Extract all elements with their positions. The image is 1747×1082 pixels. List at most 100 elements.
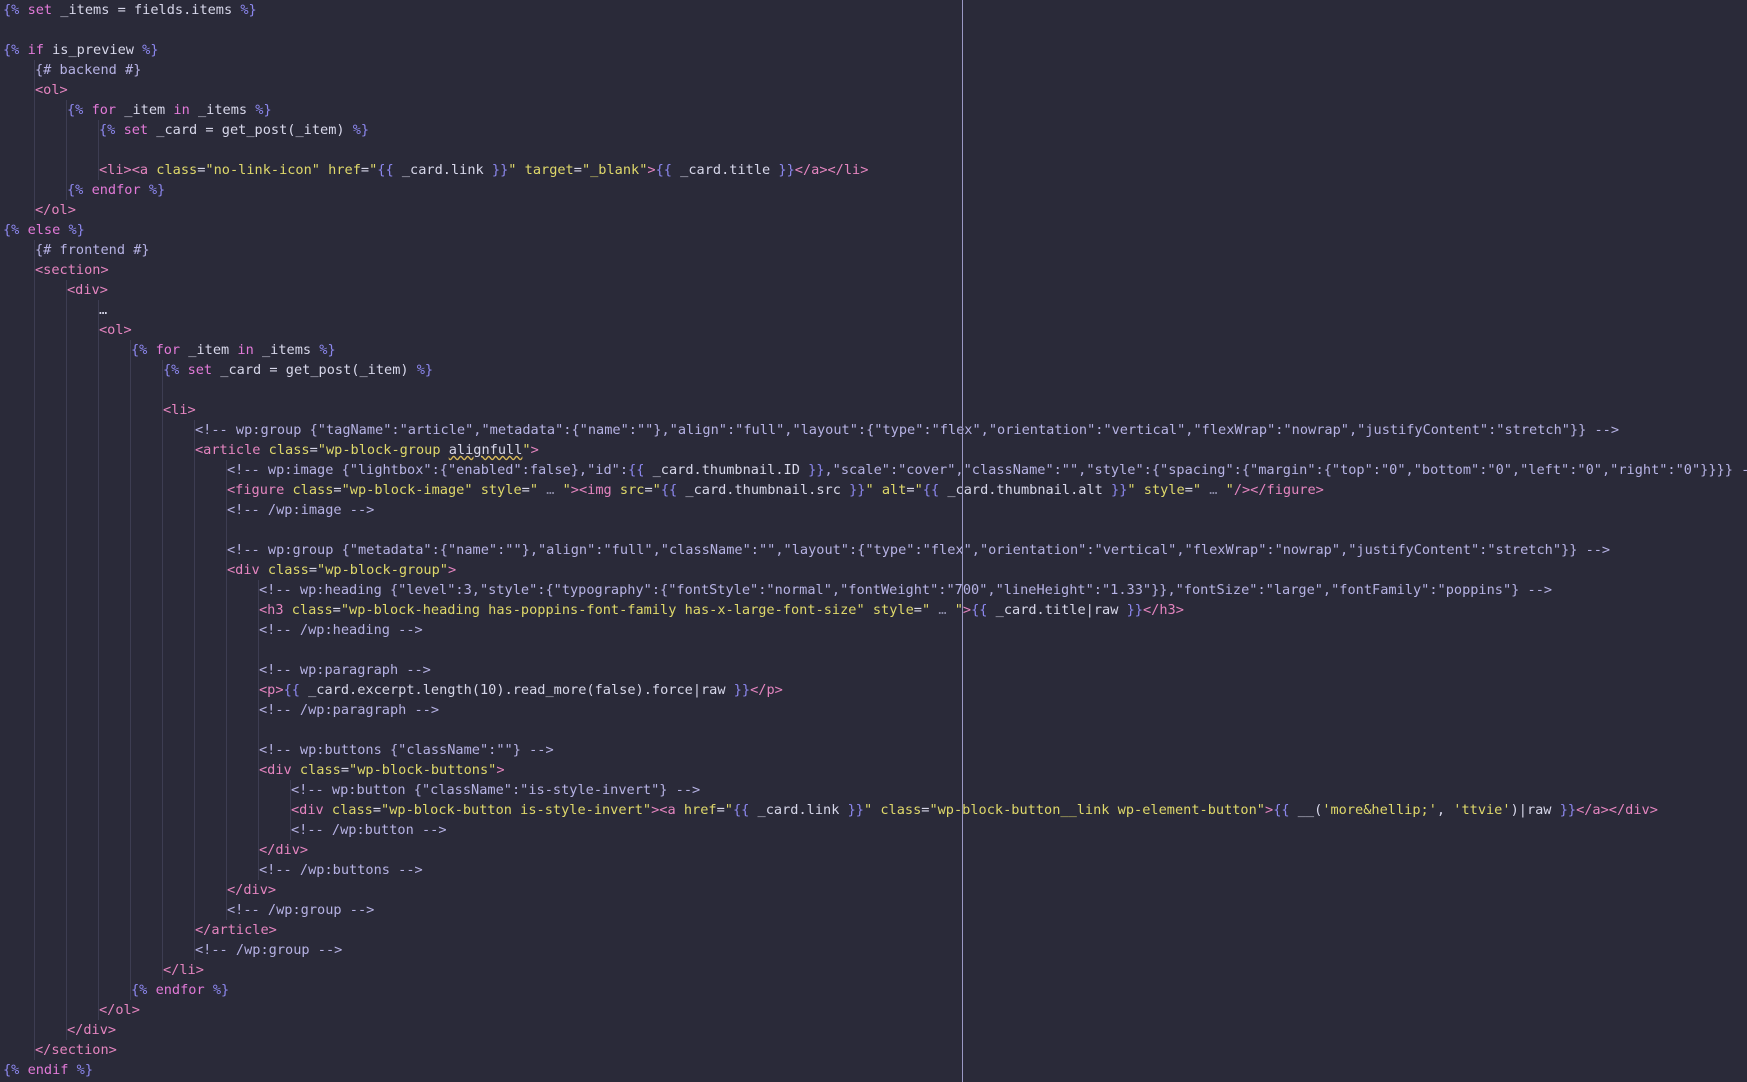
indent-guide <box>258 660 259 680</box>
code-token: " <box>1192 482 1202 498</box>
code-line[interactable]: <!-- wp:paragraph --> <box>0 660 1747 680</box>
code-token: </section> <box>35 1042 117 1058</box>
code-line[interactable]: {# frontend #} <box>0 240 1747 260</box>
code-line[interactable]: {% endfor %} <box>0 980 1747 1000</box>
indent-guide <box>34 480 35 500</box>
code-token: %} <box>148 182 166 198</box>
code-line[interactable]: {# backend #} <box>0 60 1747 80</box>
code-line[interactable] <box>0 640 1747 660</box>
code-line[interactable]: </li> <box>0 960 1747 980</box>
code-line[interactable]: <!-- /wp:group --> <box>0 940 1747 960</box>
code-line[interactable]: <article class="wp-block-group alignfull… <box>0 440 1747 460</box>
code-token: .force <box>643 682 693 698</box>
indent-guide <box>34 140 35 160</box>
code-line[interactable]: <!-- /wp:button --> <box>0 820 1747 840</box>
indent-guide <box>34 780 35 800</box>
code-line[interactable]: {% for _item in _items %} <box>0 100 1747 120</box>
indent-guide <box>130 520 131 540</box>
indent-guide <box>162 580 163 600</box>
code-line[interactable] <box>0 140 1747 160</box>
code-token: _card.link <box>757 802 848 818</box>
code-lines[interactable]: {% set _items = fields.items %} {% if is_… <box>0 0 1747 1080</box>
indent-guide <box>34 740 35 760</box>
code-line[interactable]: <li><a class="no-link-icon" href="{{ _ca… <box>0 160 1747 180</box>
code-line[interactable]: </ol> <box>0 1000 1747 1020</box>
code-line[interactable]: {% if is_preview %} <box>0 40 1747 60</box>
code-token: _item <box>295 122 337 138</box>
code-line[interactable] <box>0 720 1747 740</box>
code-token: ) <box>496 682 505 698</box>
code-line[interactable]: {% else %} <box>0 220 1747 240</box>
code-line[interactable]: <h3 class="wp-block-heading has-poppins-… <box>0 600 1747 620</box>
code-token: " <box>522 442 531 458</box>
code-line[interactable]: </article> <box>0 920 1747 940</box>
code-line[interactable]: <li> <box>0 400 1747 420</box>
code-line[interactable]: {% set _card = get_post(_item) %} <box>0 120 1747 140</box>
code-line[interactable]: {% set _items = fields.items %} <box>0 0 1747 20</box>
indent-guide <box>98 760 99 780</box>
indent-guide <box>130 700 131 720</box>
code-token: = <box>372 802 382 818</box>
code-line[interactable]: <!-- /wp:paragraph --> <box>0 700 1747 720</box>
code-line[interactable]: <!-- wp:heading {"level":3,"style":{"typ… <box>0 580 1747 600</box>
indent-guide <box>226 600 227 620</box>
code-line[interactable]: <div> <box>0 280 1747 300</box>
code-line[interactable]: <!-- wp:group {"tagName":"article","meta… <box>0 420 1747 440</box>
indent-guide <box>98 700 99 720</box>
code-line[interactable]: </div> <box>0 880 1747 900</box>
code-line[interactable]: {% for _item in _items %} <box>0 340 1747 360</box>
code-line[interactable]: <ol> <box>0 80 1747 100</box>
code-token: = <box>308 562 318 578</box>
code-token: raw <box>1093 602 1127 618</box>
code-line[interactable]: <!-- /wp:heading --> <box>0 620 1747 640</box>
code-line[interactable]: </section> <box>0 1040 1747 1060</box>
indent-guide <box>226 840 227 860</box>
code-token: raw <box>701 682 734 698</box>
code-line[interactable]: </div> <box>0 840 1747 860</box>
indent-guide <box>162 540 163 560</box>
indent-guide <box>98 440 99 460</box>
code-line[interactable] <box>0 380 1747 400</box>
indent-guide <box>130 620 131 640</box>
code-line[interactable]: {% endfor %} <box>0 180 1747 200</box>
code-line[interactable]: <!-- wp:image {"lightbox":{"enabled":fal… <box>0 460 1747 480</box>
indent-guide <box>66 340 67 360</box>
code-line[interactable]: {% endif %} <box>0 1060 1747 1080</box>
code-line[interactable]: <!-- wp:buttons {"className":""} --> <box>0 740 1747 760</box>
code-line[interactable]: <figure class="wp-block-image" style=" …… <box>0 480 1747 500</box>
indent-guide <box>34 820 35 840</box>
code-token: <li> <box>163 402 196 418</box>
code-line[interactable]: </div> <box>0 1020 1747 1040</box>
code-token: class <box>267 562 309 578</box>
code-token: ) <box>336 122 345 138</box>
code-line[interactable]: <!-- wp:button {"className":"is-style-in… <box>0 780 1747 800</box>
code-token: _card = get_post <box>148 122 288 138</box>
code-line[interactable]: <!-- /wp:buttons --> <box>0 860 1747 880</box>
indent-guide <box>194 660 195 680</box>
code-token: class <box>268 442 310 458</box>
code-line[interactable]: … <box>0 300 1747 320</box>
code-line[interactable]: <!-- /wp:group --> <box>0 900 1747 920</box>
indent-guide <box>258 820 259 840</box>
code-line[interactable]: <div class="wp-block-button is-style-inv… <box>0 800 1747 820</box>
code-token: %} <box>352 122 370 138</box>
code-line[interactable]: <section> <box>0 260 1747 280</box>
code-line[interactable]: <div class="wp-block-group"> <box>0 560 1747 580</box>
code-line[interactable]: <ol> <box>0 320 1747 340</box>
code-line[interactable]: <div class="wp-block-buttons"> <box>0 760 1747 780</box>
code-line[interactable]: <p>{{ _card.excerpt.length(10).read_more… <box>0 680 1747 700</box>
indent-guide <box>66 440 67 460</box>
code-line[interactable]: </ol> <box>0 200 1747 220</box>
code-line[interactable]: <!-- wp:group {"metadata":{"name":""},"a… <box>0 540 1747 560</box>
code-line[interactable] <box>0 20 1747 40</box>
code-editor[interactable]: {% set _items = fields.items %} {% if is_… <box>0 0 1747 1082</box>
code-token: class <box>331 802 373 818</box>
code-line[interactable]: {% set _card = get_post(_item) %} <box>0 360 1747 380</box>
code-token: %} <box>76 1062 94 1078</box>
indent-guide <box>66 880 67 900</box>
indent-guide <box>66 480 67 500</box>
code-line[interactable]: <!-- /wp:image --> <box>0 500 1747 520</box>
indent-guide <box>66 500 67 520</box>
indent-guide <box>34 1040 35 1060</box>
code-line[interactable] <box>0 520 1747 540</box>
